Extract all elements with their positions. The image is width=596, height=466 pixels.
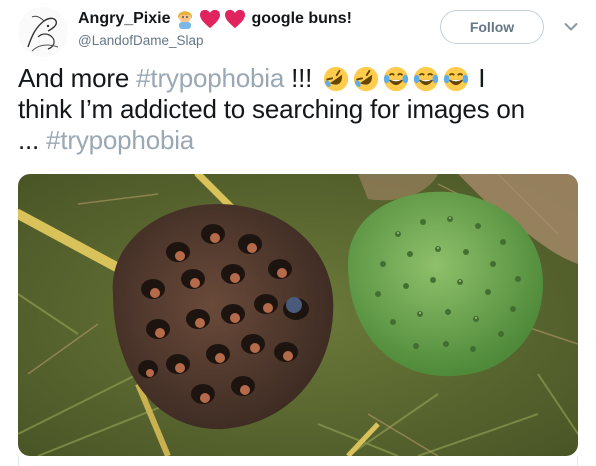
tweet-text-segment: ... xyxy=(18,125,47,155)
lotus-seed-pods-photo-icon xyxy=(18,174,578,456)
tweet-line-1: And more #trypophobia !!! I xyxy=(18,63,583,94)
tweet-text: And more #trypophobia !!! I think I’m ad… xyxy=(18,63,583,156)
tweet-media-photo[interactable] xyxy=(18,174,578,456)
red-heart-icon xyxy=(225,9,246,29)
author-display-name[interactable]: Angry_Pixie xyxy=(78,10,170,28)
avatar-sketch-icon xyxy=(18,7,68,57)
joy-emoji-icon xyxy=(444,66,469,91)
tweet-line-2: think I’m addicted to searching for imag… xyxy=(18,94,525,124)
rofl-emoji-icon xyxy=(354,66,379,91)
author-handle[interactable]: @LandofDame_Slap xyxy=(78,33,204,48)
joy-emoji-icon xyxy=(414,66,439,91)
tweet-text-segment: And more xyxy=(18,63,137,93)
tweet-text-segment: !!! xyxy=(284,63,320,93)
hashtag-link[interactable]: #trypophobia xyxy=(46,125,194,156)
tweet-line-3: ... #trypophobia xyxy=(18,125,583,156)
rofl-emoji-icon xyxy=(324,66,349,91)
avatar[interactable] xyxy=(18,7,68,57)
person-emoji-icon xyxy=(178,11,193,29)
hashtag-link[interactable]: #trypophobia xyxy=(136,63,284,94)
media-card-border xyxy=(18,456,578,466)
author-name-suffix[interactable]: google buns! xyxy=(251,10,351,28)
follow-button[interactable]: Follow xyxy=(440,10,544,44)
joy-emoji-icon xyxy=(384,66,409,91)
tweet-text-segment: I xyxy=(471,63,486,93)
red-heart-icon xyxy=(200,9,221,29)
chevron-down-icon[interactable] xyxy=(564,22,578,32)
author-name-row[interactable]: Angry_Pixie google buns! xyxy=(78,8,352,30)
